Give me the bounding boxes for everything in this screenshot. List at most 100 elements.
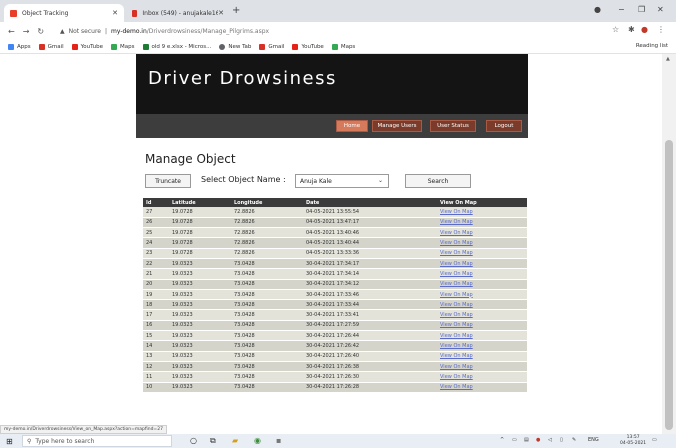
bookmark-gmail[interactable]: Gmail	[38, 43, 64, 50]
system-clock[interactable]: 13:57 04-05-2021	[620, 435, 646, 447]
page-scrollbar[interactable]: ▲	[662, 54, 676, 434]
cell-id: 14	[143, 340, 169, 352]
back-arrow-icon[interactable]: ←	[8, 27, 15, 36]
address-bar[interactable]: ▲ Not secure | my-demo.in /Driverdrowsin…	[60, 25, 600, 37]
cell-latitude: 19.0323	[169, 279, 231, 290]
view-on-map-link[interactable]: View On Map	[437, 340, 527, 352]
view-on-map-link[interactable]: View On Map	[437, 309, 527, 321]
star-icon[interactable]: ☆	[612, 25, 619, 34]
maximize-icon[interactable]: ❐	[638, 5, 645, 14]
notifications-icon[interactable]: ▭	[652, 437, 657, 443]
cell-date: 04-05-2021 13:47:17	[303, 217, 437, 229]
cell-id: 17	[143, 309, 169, 321]
tray-app-icon[interactable]: ▭	[512, 437, 517, 443]
task-view-icon[interactable]: ⧉	[210, 436, 216, 446]
menu-user-status-button[interactable]: User Status	[430, 120, 476, 132]
bookmark-maps[interactable]: Maps	[111, 43, 135, 50]
cell-id: 12	[143, 361, 169, 373]
truncate-button[interactable]: Truncate	[145, 174, 191, 188]
tab-inbox[interactable]: Inbox (549) - anujakale16@gmai ✕	[126, 4, 230, 22]
view-on-map-link[interactable]: View On Map	[437, 258, 527, 270]
cortana-icon[interactable]: ○	[190, 436, 197, 445]
bookmark-excel[interactable]: old 9 e.xlsx - Micros...	[142, 43, 211, 50]
menu-manage-users-button[interactable]: Manage Users	[372, 120, 422, 132]
tab-object-tracking[interactable]: Object Tracking ✕	[4, 4, 124, 22]
security-status[interactable]: Not secure	[69, 28, 101, 35]
tray-chevron-up-icon[interactable]: ^	[500, 437, 504, 443]
bookmark-youtube-2[interactable]: YouTube	[292, 43, 324, 50]
view-on-map-link[interactable]: View On Map	[437, 382, 527, 393]
site-title: Driver Drowsiness	[148, 68, 337, 89]
cell-id: 11	[143, 371, 169, 383]
view-on-map-link[interactable]: View On Map	[437, 330, 527, 342]
menu-home-button[interactable]: Home	[336, 120, 368, 132]
bookmark-label: Gmail	[47, 43, 64, 50]
view-on-map-link[interactable]: View On Map	[437, 351, 527, 362]
search-placeholder: Type here to search	[35, 437, 95, 445]
search-button[interactable]: Search	[405, 174, 471, 188]
table-row: 10 19.0323 73.0428 30-04-2021 17:26:28 View …	[143, 382, 527, 393]
chrome-icon[interactable]: ◉	[254, 436, 261, 445]
reload-icon[interactable]: ↻	[37, 27, 44, 36]
view-on-map-link[interactable]: View On Map	[437, 371, 527, 383]
view-on-map-link[interactable]: View On Map	[437, 299, 527, 311]
object-table: Id Latitude Longitude Date View On Map 2…	[143, 198, 527, 393]
view-on-map-link[interactable]: View On Map	[437, 248, 527, 259]
view-on-map-link[interactable]: View On Map	[437, 361, 527, 373]
url-host: my-demo.in	[111, 27, 147, 35]
object-name-select[interactable]: Anuja Kale ⌄	[295, 174, 389, 188]
cell-latitude: 19.0728	[169, 237, 231, 249]
close-tab-icon[interactable]: ✕	[112, 9, 118, 17]
close-tab-icon[interactable]: ✕	[218, 9, 224, 17]
cell-longitude: 73.0428	[231, 351, 303, 362]
column-header-latitude: Latitude	[169, 198, 231, 207]
cell-id: 10	[143, 382, 169, 393]
windows-start-icon[interactable]: ⊞	[6, 437, 13, 446]
view-on-map-link[interactable]: View On Map	[437, 217, 527, 229]
view-on-map-link[interactable]: View On Map	[437, 289, 527, 301]
cell-longitude: 73.0428	[231, 330, 303, 342]
minimize-icon[interactable]: −	[618, 5, 625, 14]
network-icon[interactable]: ▤	[524, 437, 529, 443]
main-menu: Home Manage Users User Status Logout	[136, 114, 528, 138]
view-on-map-link[interactable]: View On Map	[437, 268, 527, 280]
gmail-icon	[38, 43, 45, 50]
taskbar-search-input[interactable]: ⚲ Type here to search	[22, 435, 172, 447]
account-icon[interactable]: ●	[594, 5, 601, 14]
tray-status-icon[interactable]: ●	[536, 437, 540, 443]
more-menu-icon[interactable]: ⋮	[657, 25, 665, 34]
table-row: 18 19.0323 73.0428 30-04-2021 17:33:44 View …	[143, 299, 527, 311]
bookmark-youtube[interactable]: YouTube	[71, 43, 103, 50]
cell-longitude: 72.8826	[231, 248, 303, 259]
tab-label: Object Tracking	[22, 9, 69, 17]
view-on-map-link[interactable]: View On Map	[437, 279, 527, 290]
view-on-map-link[interactable]: View On Map	[437, 320, 527, 332]
cell-date: 30-04-2021 17:26:38	[303, 361, 437, 373]
volume-icon[interactable]: ◁	[548, 437, 552, 443]
language-indicator[interactable]: ENG	[588, 437, 599, 443]
reading-list[interactable]: Reading list	[636, 43, 668, 49]
table-row: 17 19.0323 73.0428 30-04-2021 17:33:41 View …	[143, 309, 527, 321]
close-window-icon[interactable]: ✕	[657, 5, 664, 14]
bookmark-maps-2[interactable]: Maps	[331, 43, 355, 50]
bookmark-new-tab[interactable]: New Tab	[219, 43, 251, 50]
menu-logout-button[interactable]: Logout	[486, 120, 522, 132]
scroll-up-icon[interactable]: ▲	[666, 56, 670, 62]
app-icon[interactable]: ▪	[276, 436, 281, 445]
battery-icon[interactable]: ▯	[560, 437, 563, 443]
file-explorer-icon[interactable]: ▰	[232, 436, 238, 445]
bookmark-apps[interactable]: Apps	[8, 43, 31, 50]
plus-icon[interactable]: +	[232, 5, 240, 16]
profile-avatar-icon[interactable]: ●	[641, 25, 648, 34]
pen-icon[interactable]: ✎	[572, 437, 576, 443]
view-on-map-link[interactable]: View On Map	[437, 207, 527, 218]
scrollbar-thumb[interactable]	[665, 140, 673, 430]
view-on-map-link[interactable]: View On Map	[437, 227, 527, 239]
extension-icon[interactable]: ✱	[628, 25, 635, 34]
view-on-map-link[interactable]: View On Map	[437, 237, 527, 249]
status-url: my-demo.in/Driverdrowsiness/View_on_Map.…	[0, 425, 167, 434]
bookmark-gmail-2[interactable]: Gmail	[259, 43, 284, 50]
warning-icon[interactable]: ▲	[60, 28, 65, 35]
cell-latitude: 19.0323	[169, 330, 231, 342]
forward-arrow-icon[interactable]: →	[23, 27, 30, 36]
